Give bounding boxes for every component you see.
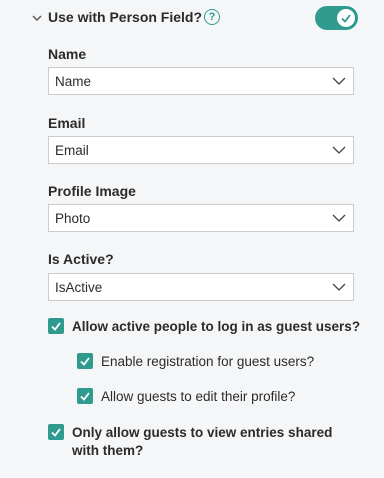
name-select-value: Name — [55, 74, 92, 89]
checkmark-icon — [80, 357, 90, 366]
email-select-value: Email — [55, 143, 89, 158]
checkmark-icon — [341, 14, 351, 23]
guest-edit-profile-label: Allow guests to edit their profile? — [101, 389, 296, 404]
guest-registration-label: Enable registration for guest users? — [101, 354, 315, 369]
chevron-down-icon — [332, 283, 346, 291]
shared-entries-label-line1: Only allow guests to view entries shared — [72, 425, 333, 440]
guest-login-label: Allow active people to log in as guest u… — [72, 319, 361, 334]
guest-registration-checkbox[interactable] — [77, 353, 93, 369]
checkmark-icon — [80, 392, 90, 401]
profile-image-label: Profile Image — [48, 183, 136, 199]
is-active-select[interactable]: IsActive — [48, 273, 354, 301]
is-active-select-value: IsActive — [55, 280, 103, 295]
guest-login-checkbox[interactable] — [48, 318, 64, 334]
name-label: Name — [48, 46, 87, 62]
is-active-label: Is Active? — [48, 251, 114, 267]
email-label: Email — [48, 115, 86, 131]
chevron-down-icon[interactable] — [30, 11, 44, 25]
toggle-knob — [337, 9, 355, 27]
name-select[interactable]: Name — [48, 67, 354, 95]
guest-edit-profile-checkbox[interactable] — [77, 388, 93, 404]
section-header: Use with Person Field? ? — [30, 6, 358, 32]
checkmark-icon — [51, 428, 61, 437]
profile-image-select[interactable]: Photo — [48, 204, 354, 232]
question-circle-icon[interactable]: ? — [204, 9, 220, 25]
email-select[interactable]: Email — [48, 136, 354, 164]
shared-entries-checkbox[interactable] — [48, 424, 64, 440]
checkmark-icon — [51, 322, 61, 331]
profile-image-select-value: Photo — [55, 211, 91, 226]
shared-entries-label-line2: with them? — [72, 443, 144, 458]
chevron-down-icon — [332, 146, 346, 154]
section-title: Use with Person Field? — [48, 9, 203, 25]
chevron-down-icon — [332, 214, 346, 222]
person-field-toggle[interactable] — [315, 6, 358, 30]
chevron-down-icon — [332, 77, 346, 85]
person-field-settings-panel: Use with Person Field? ? Name Name Email… — [0, 0, 384, 478]
